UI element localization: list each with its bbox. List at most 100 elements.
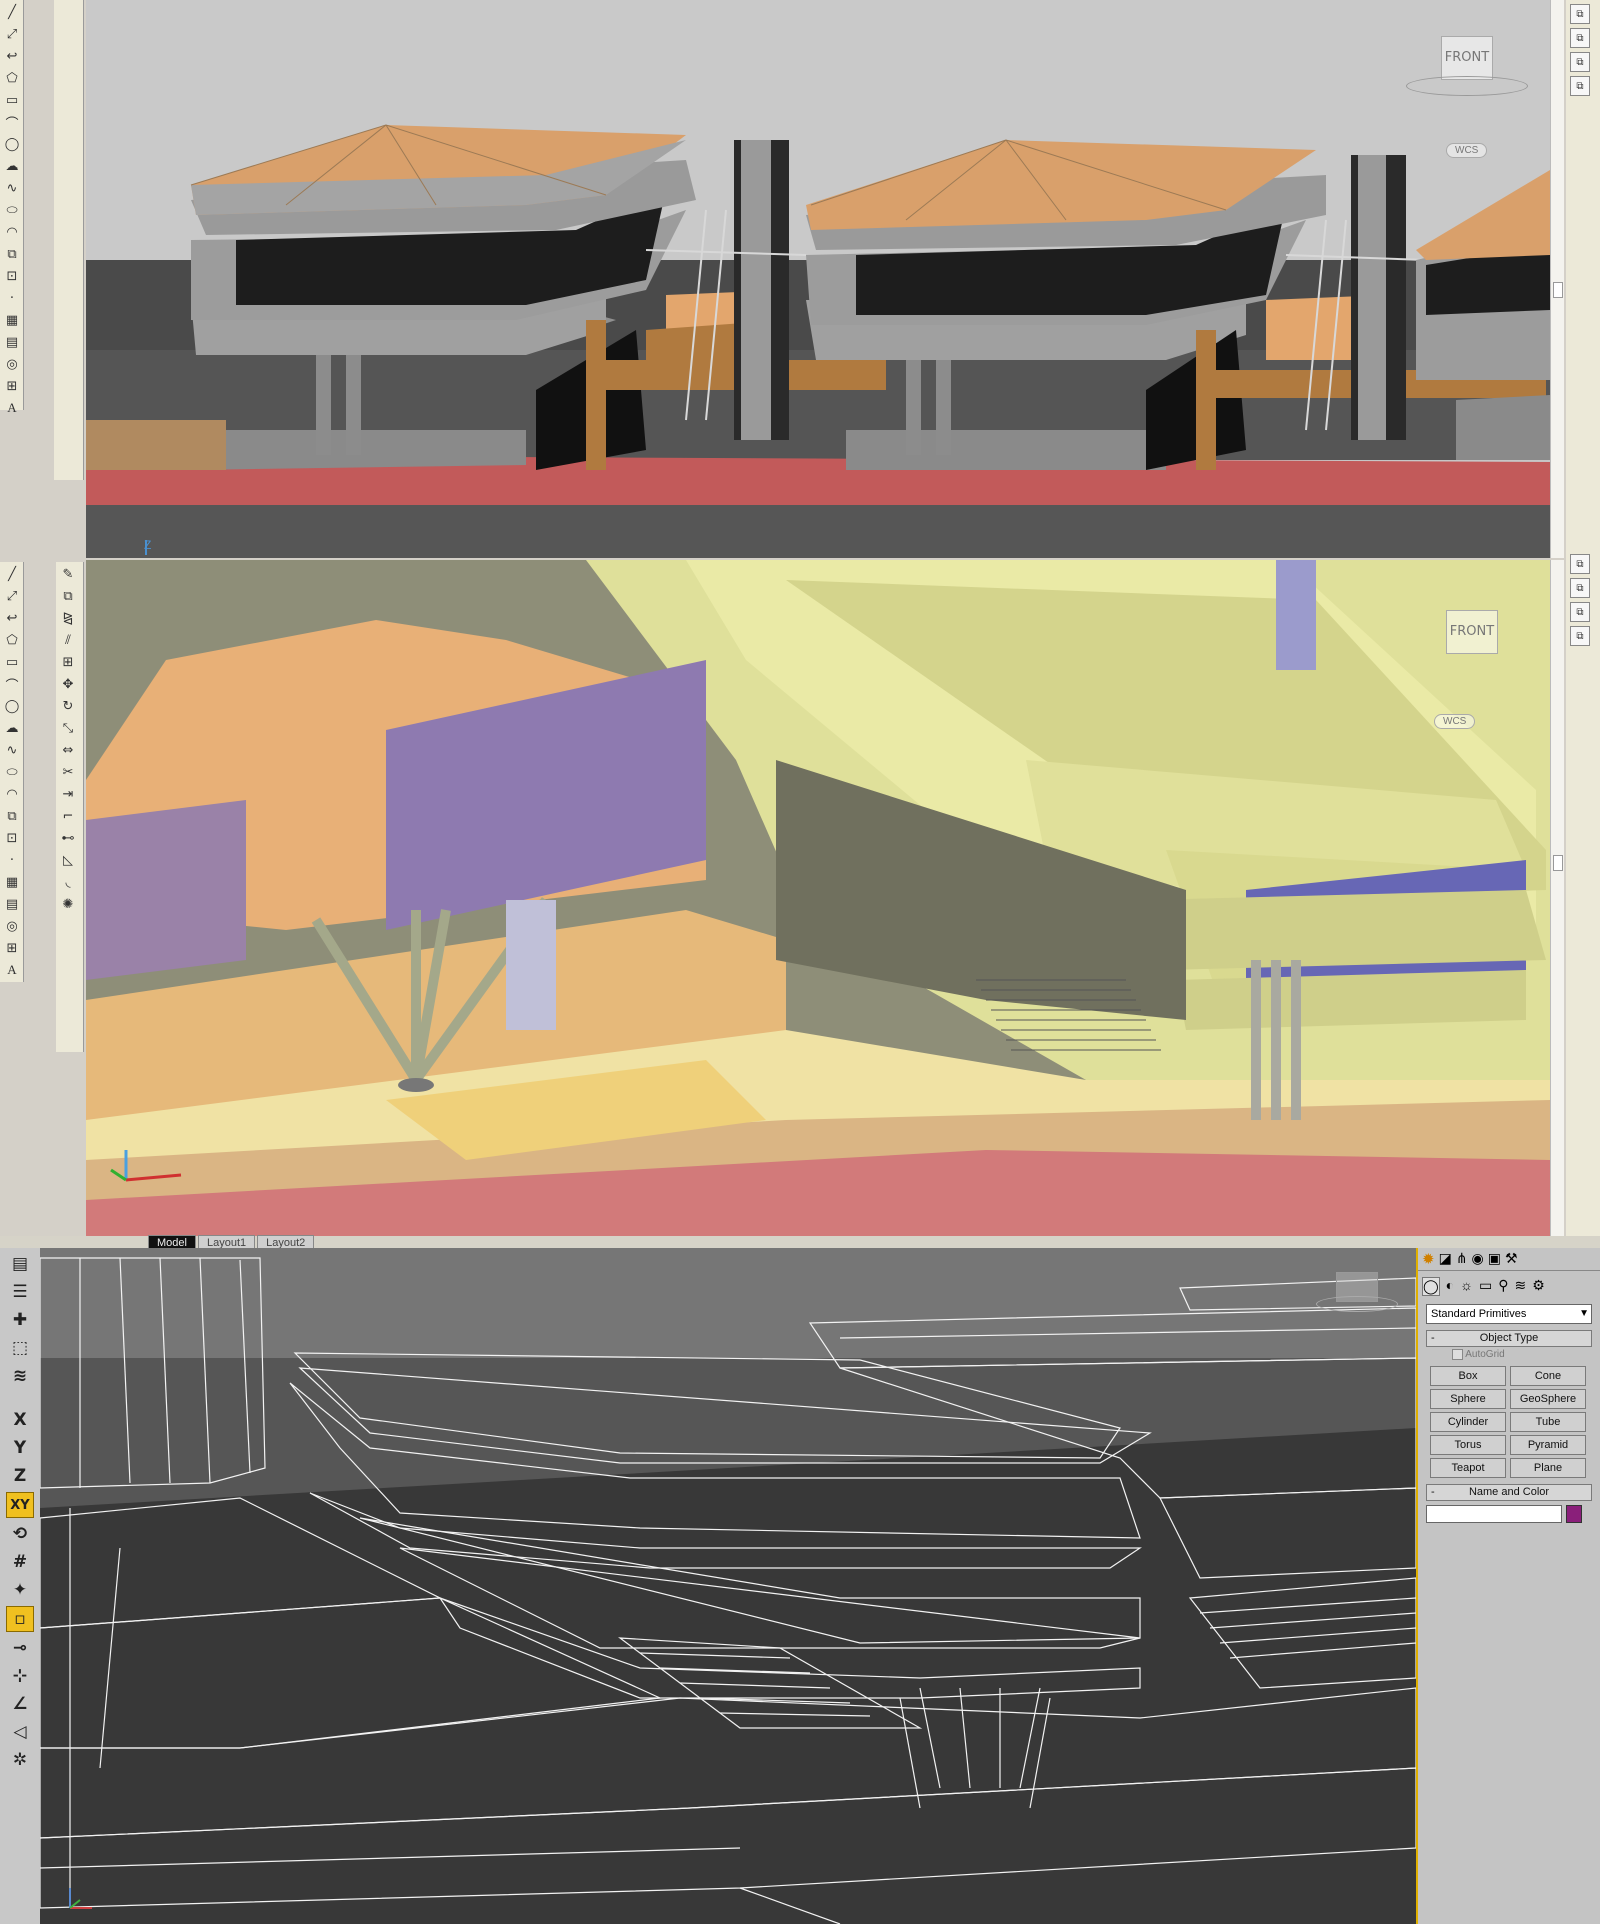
select-object-icon[interactable]: ▤ [7, 1252, 33, 1276]
region-icon[interactable]: ◎ [2, 916, 22, 936]
vertex-snap-icon[interactable]: ▫ [6, 1606, 34, 1632]
revision-cloud-icon[interactable]: ☁ [2, 718, 22, 738]
wcs-menu-top[interactable]: WCS [1446, 143, 1488, 158]
insert-block-icon[interactable]: ⧉ [2, 244, 22, 264]
trim-icon[interactable]: ✂ [58, 762, 78, 782]
polyline-icon[interactable]: ↩ [2, 46, 22, 66]
mtext-icon[interactable]: A [2, 960, 22, 980]
wcs-menu-mid[interactable]: WCS [1434, 714, 1476, 729]
modify-tab-icon[interactable]: ◪ [1439, 1250, 1452, 1268]
cylinder-button[interactable]: Cylinder [1430, 1412, 1506, 1433]
geometry-icon[interactable]: ◯ [1422, 1277, 1440, 1296]
make-block-icon[interactable]: ⊡ [2, 266, 22, 286]
circle-icon[interactable]: ◯ [2, 696, 22, 716]
revision-cloud-icon[interactable]: ☁ [2, 156, 22, 176]
shapes-icon[interactable]: ◐ [1446, 1277, 1454, 1296]
tube-button[interactable]: Tube [1510, 1412, 1586, 1433]
create-tab-icon[interactable]: ✹ [1422, 1250, 1435, 1268]
viewport-stack-icon[interactable]: ⧉ [1570, 76, 1590, 96]
move-icon[interactable]: ✚ [7, 1308, 33, 1332]
scrollbar-mid[interactable] [1550, 560, 1564, 1236]
offset-icon[interactable]: ⫽ [58, 630, 78, 650]
point-icon[interactable]: · [2, 850, 22, 870]
hierarchy-tab-icon[interactable]: ⋔ [1456, 1250, 1468, 1268]
extend-icon[interactable]: ⇥ [58, 784, 78, 804]
rectangle-icon[interactable]: ▭ [2, 652, 22, 672]
break-icon[interactable]: ⌐ [58, 806, 78, 826]
autocad-top-viewport[interactable]: FRONT WCS Z [86, 0, 1550, 558]
box-button[interactable]: Box [1430, 1366, 1506, 1387]
sphere-button[interactable]: Sphere [1430, 1389, 1506, 1410]
object-type-rollout-header[interactable]: - Object Type [1426, 1330, 1592, 1347]
scale-icon[interactable]: ⤡ [58, 718, 78, 738]
axis-y-button[interactable]: Y [7, 1436, 33, 1460]
line-icon[interactable]: ╱ [2, 564, 22, 584]
explode-icon[interactable]: ✺ [58, 894, 78, 914]
viewcube-top[interactable]: FRONT [1441, 36, 1493, 80]
primitive-type-dropdown[interactable]: Standard Primitives ▼ [1426, 1304, 1592, 1324]
mirror-icon[interactable]: ⧎ [58, 608, 78, 628]
spinner-snap-icon[interactable]: ✲ [7, 1748, 33, 1772]
ellipse-icon[interactable]: ⬭ [2, 200, 22, 220]
polyline-icon[interactable]: ↩ [2, 608, 22, 628]
endpoint-snap-icon[interactable]: ⊸ [7, 1636, 33, 1660]
object-name-input[interactable] [1426, 1505, 1562, 1524]
array-icon[interactable]: ⊞ [58, 652, 78, 672]
max-viewcube-ring[interactable] [1316, 1296, 1398, 1312]
geosphere-button[interactable]: GeoSphere [1510, 1389, 1586, 1410]
systems-icon[interactable]: ⚙ [1532, 1277, 1545, 1296]
table-icon[interactable]: ⊞ [2, 938, 22, 958]
hatch-icon[interactable]: ▦ [2, 872, 22, 892]
polygon-icon[interactable]: ⬠ [2, 68, 22, 88]
name-and-color-rollout-header[interactable]: - Name and Color [1426, 1484, 1592, 1502]
viewport-stack-icon-2[interactable]: ⧉ [1570, 626, 1590, 646]
axis-z-button[interactable]: Z [7, 1464, 33, 1488]
cone-button[interactable]: Cone [1510, 1366, 1586, 1387]
erase-icon[interactable]: ✎ [58, 564, 78, 584]
rectangle-icon[interactable]: ▭ [2, 90, 22, 110]
utilities-tab-icon[interactable]: ⚒ [1505, 1250, 1518, 1268]
autocad-mid-viewport[interactable]: FRONT WCS [86, 560, 1550, 1236]
table-icon[interactable]: ⊞ [2, 376, 22, 396]
viewport-cascade-icon[interactable]: ⧉ [1570, 52, 1590, 72]
join-icon[interactable]: ⊷ [58, 828, 78, 848]
line-icon[interactable]: ╱ [2, 2, 22, 22]
viewport-cascade-icon-2[interactable]: ⧉ [1570, 602, 1590, 622]
point-icon[interactable]: · [2, 288, 22, 308]
copy-icon[interactable]: ⧉ [58, 586, 78, 606]
region-icon[interactable]: ◎ [2, 354, 22, 374]
arc-icon[interactable]: ⌒ [2, 674, 22, 694]
pyramid-button[interactable]: Pyramid [1510, 1435, 1586, 1456]
fillet-icon[interactable]: ◟ [58, 872, 78, 892]
mtext-icon[interactable]: A [2, 398, 22, 418]
make-block-icon[interactable]: ⊡ [2, 828, 22, 848]
object-color-swatch[interactable] [1566, 1505, 1582, 1524]
autogrid-checkbox[interactable] [1452, 1349, 1463, 1360]
scroll-thumb-mid[interactable] [1553, 855, 1563, 871]
gradient-icon[interactable]: ▤ [2, 332, 22, 352]
axis-x-button[interactable]: X [7, 1408, 33, 1432]
pivot-snap-icon[interactable]: ✦ [7, 1578, 33, 1602]
scroll-thumb-top[interactable] [1553, 282, 1563, 298]
ellipse-arc-icon[interactable]: ◠ [2, 222, 22, 242]
cameras-icon[interactable]: ▭ [1479, 1277, 1492, 1296]
lights-icon[interactable]: ☼ [1460, 1277, 1473, 1296]
plane-button[interactable]: Plane [1510, 1458, 1586, 1479]
axis-xy-cycle-icon[interactable]: ⟲ [7, 1522, 33, 1546]
viewcube-mid[interactable]: FRONT [1446, 610, 1498, 654]
axis-xy-button[interactable]: XY [6, 1492, 34, 1518]
autogrid-checkbox-row[interactable]: AutoGrid [1452, 1349, 1600, 1360]
stretch-icon[interactable]: ⇔ [58, 740, 78, 760]
viewcube-ring-top[interactable] [1406, 76, 1528, 96]
grid-snap-icon[interactable]: # [7, 1550, 33, 1574]
torus-button[interactable]: Torus [1430, 1435, 1506, 1456]
teapot-button[interactable]: Teapot [1430, 1458, 1506, 1479]
gradient-icon[interactable]: ▤ [2, 894, 22, 914]
arc-icon[interactable]: ⌒ [2, 112, 22, 132]
circle-icon[interactable]: ◯ [2, 134, 22, 154]
rotate-icon[interactable]: ↻ [58, 696, 78, 716]
select-by-name-icon[interactable]: ☰ [7, 1280, 33, 1304]
polygon-icon[interactable]: ⬠ [2, 630, 22, 650]
viewport-tile-icon[interactable]: ⧉ [1570, 28, 1590, 48]
select-region-icon[interactable]: ⬚ [7, 1336, 33, 1360]
